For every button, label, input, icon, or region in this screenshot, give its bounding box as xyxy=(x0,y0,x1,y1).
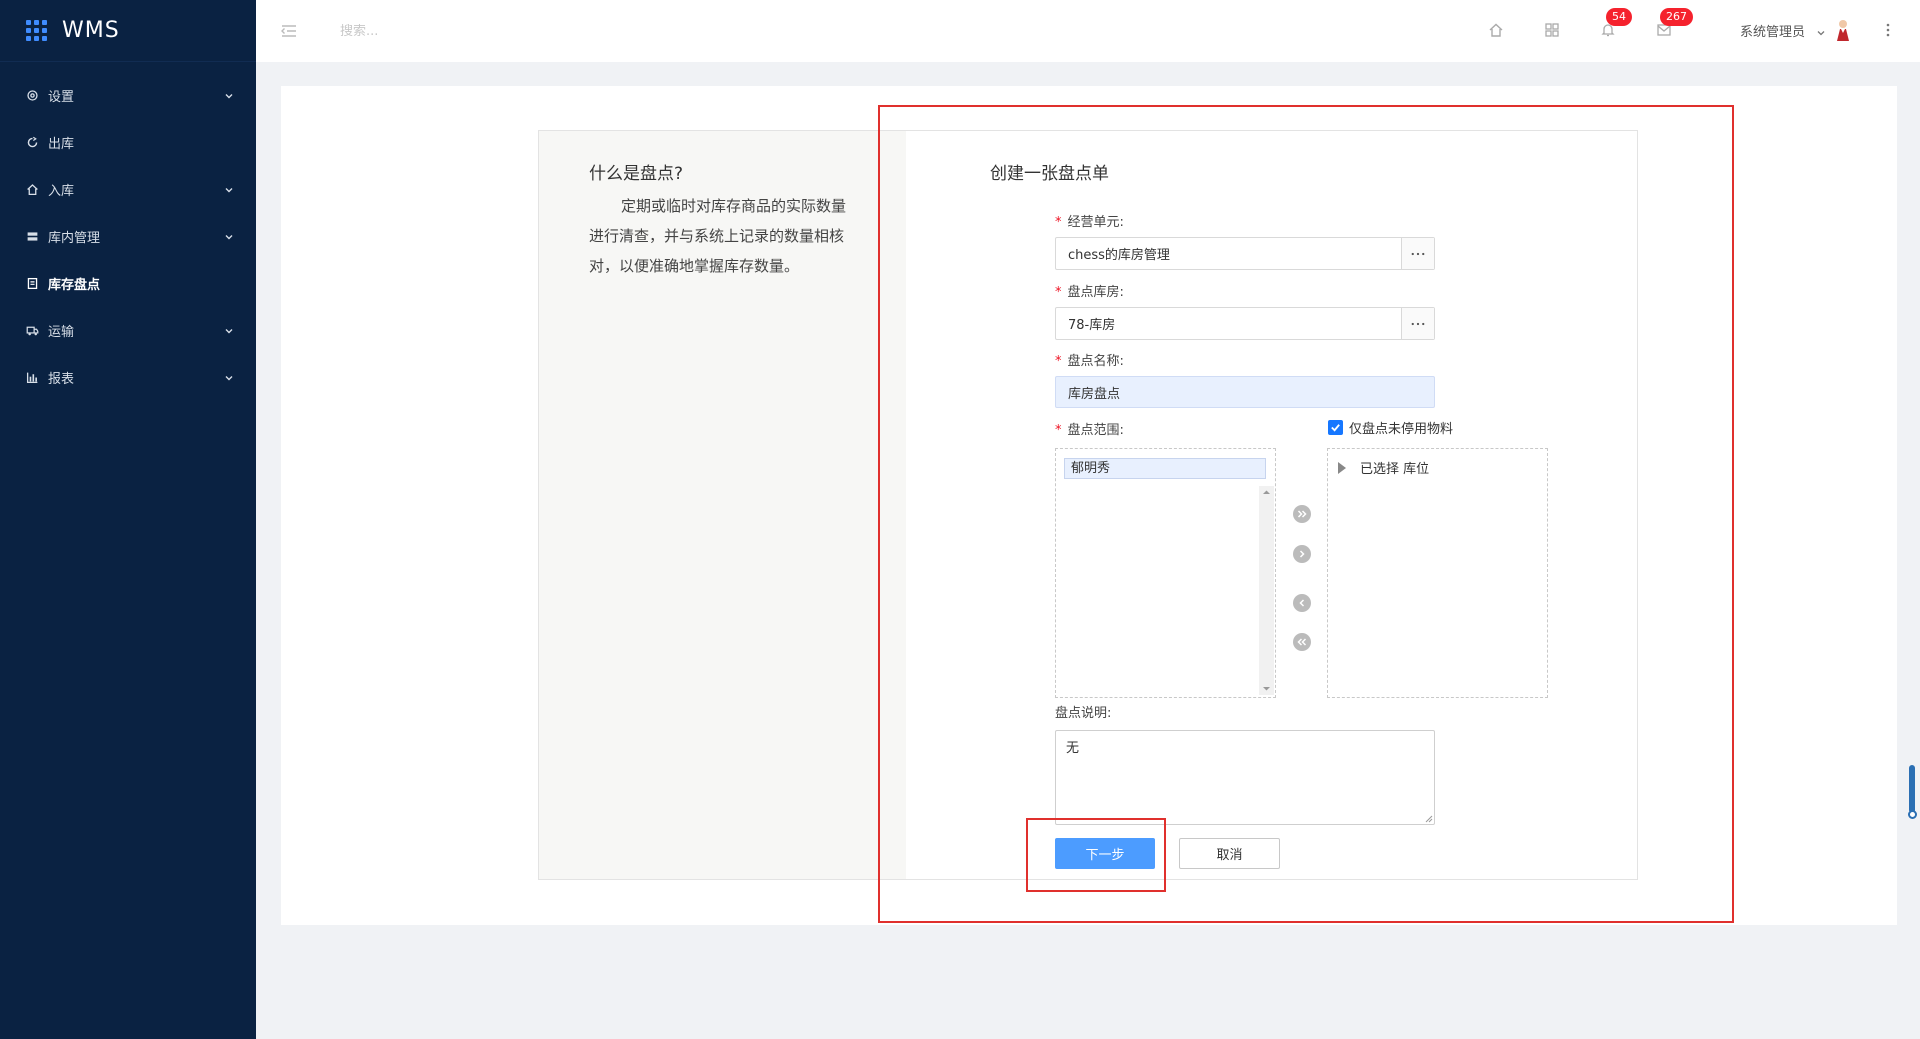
warehouse-label: * 盘点库房: xyxy=(1055,285,1124,300)
message-icon[interactable]: 267 xyxy=(1652,8,1693,42)
warehouse-value: 78-库房 xyxy=(1068,318,1116,333)
move-all-left-icon[interactable] xyxy=(1293,633,1311,651)
tree-node-label: 已选择 库位 xyxy=(1360,462,1430,477)
ellipsis-icon xyxy=(1411,252,1425,255)
app-grid-icon xyxy=(26,19,48,42)
notification-badge: 54 xyxy=(1606,8,1632,26)
warehouse-picker-button[interactable] xyxy=(1401,308,1434,339)
required-mark: * xyxy=(1055,215,1062,230)
selected-range-tree[interactable]: 已选择 库位 xyxy=(1327,448,1548,698)
scroll-up-icon xyxy=(1263,490,1270,494)
inbound-icon xyxy=(24,182,40,198)
business-unit-field[interactable]: chess的库房管理 xyxy=(1055,237,1435,270)
sidebar-nav: 设置 出库 入库 库内管理 库存盘点 运输 报表 xyxy=(0,72,256,401)
ellipsis-icon xyxy=(1411,322,1425,325)
intro-description: 定期或临时对库存商品的实际数量进行清查，并与系统上记录的数量相核对，以便准确地掌… xyxy=(589,197,847,275)
search-input[interactable] xyxy=(340,23,540,39)
chevron-down-icon xyxy=(224,185,234,195)
chevron-down-icon xyxy=(224,326,234,336)
inventory-check-icon xyxy=(24,276,40,292)
required-mark: * xyxy=(1055,285,1062,300)
sidebar-item-label: 出库 xyxy=(48,137,75,152)
gear-icon xyxy=(24,88,40,104)
move-all-right-icon[interactable] xyxy=(1293,505,1311,523)
sidebar: WMS 设置 出库 入库 库内管理 库存盘点 运输 报表 xyxy=(0,0,256,1039)
bar-chart-icon xyxy=(24,370,40,386)
scroll-indicator-knob[interactable] xyxy=(1908,810,1917,819)
business-unit-picker-button[interactable] xyxy=(1401,238,1434,269)
only-active-checkbox[interactable]: 仅盘点未停用物料 xyxy=(1328,418,1453,437)
menu-toggle-icon[interactable] xyxy=(278,20,300,42)
sidebar-item-label: 入库 xyxy=(48,184,75,199)
chevron-down-icon xyxy=(224,91,234,101)
caret-right-icon[interactable] xyxy=(1338,461,1346,474)
avatar[interactable] xyxy=(1834,18,1852,42)
inventory-name-input[interactable]: 库房盘点 xyxy=(1055,376,1435,408)
business-unit-value: chess的库房管理 xyxy=(1068,248,1170,263)
outbound-icon xyxy=(24,135,40,151)
apps-grid-icon[interactable] xyxy=(1540,18,1564,42)
scrollbar[interactable] xyxy=(1259,486,1274,695)
sidebar-item-outbound[interactable]: 出库 xyxy=(0,119,256,166)
resize-grip-icon xyxy=(1425,815,1433,823)
warehouse-icon xyxy=(24,229,40,245)
sidebar-item-warehouse[interactable]: 库内管理 xyxy=(0,213,256,260)
scroll-down-icon xyxy=(1263,687,1270,691)
intro-title: 什么是盘点? xyxy=(589,164,684,184)
scroll-indicator[interactable] xyxy=(1909,765,1915,813)
sidebar-item-label: 报表 xyxy=(48,372,75,387)
required-mark: * xyxy=(1055,423,1062,438)
required-mark: * xyxy=(1055,354,1062,369)
form-title: 创建一张盘点单 xyxy=(990,164,1109,184)
only-active-label: 仅盘点未停用物料 xyxy=(1349,422,1454,437)
intro-panel: 什么是盘点? 定期或临时对库存商品的实际数量进行清查，并与系统上记录的数量相核对… xyxy=(539,131,906,879)
chevron-down-icon xyxy=(224,232,234,242)
sidebar-item-settings[interactable]: 设置 xyxy=(0,72,256,119)
home-icon[interactable] xyxy=(1484,18,1508,42)
checkbox-checked-icon[interactable] xyxy=(1328,420,1343,435)
description-label: 盘点说明: xyxy=(1055,706,1112,721)
move-left-icon[interactable] xyxy=(1293,594,1311,612)
brand-name: WMS xyxy=(62,18,120,43)
inventory-create-panel: 什么是盘点? 定期或临时对库存商品的实际数量进行清查，并与系统上记录的数量相核对… xyxy=(538,130,1638,880)
sidebar-item-label: 设置 xyxy=(48,90,75,105)
available-range-list[interactable]: 郁明秀 xyxy=(1055,448,1276,698)
user-name[interactable]: 系统管理员 xyxy=(1740,21,1805,40)
warehouse-field[interactable]: 78-库房 xyxy=(1055,307,1435,340)
move-right-icon[interactable] xyxy=(1293,545,1311,563)
message-badge: 267 xyxy=(1660,8,1693,26)
sidebar-item-label: 库内管理 xyxy=(48,231,101,246)
description-value: 无 xyxy=(1066,741,1080,756)
more-vertical-icon[interactable] xyxy=(1880,18,1896,42)
next-step-button[interactable]: 下一步 xyxy=(1055,838,1155,869)
business-unit-label: * 经营单元: xyxy=(1055,215,1124,230)
truck-icon xyxy=(24,323,40,339)
sidebar-item-transport[interactable]: 运输 xyxy=(0,307,256,354)
chevron-down-icon xyxy=(224,373,234,383)
inventory-name-label: * 盘点名称: xyxy=(1055,354,1124,369)
range-label: * 盘点范围: xyxy=(1055,423,1124,438)
list-item[interactable]: 郁明秀 xyxy=(1064,458,1266,479)
description-textarea[interactable]: 无 xyxy=(1055,730,1435,825)
bell-icon[interactable]: 54 xyxy=(1596,8,1632,42)
sidebar-item-label: 运输 xyxy=(48,325,75,340)
sidebar-item-label: 库存盘点 xyxy=(48,278,101,293)
sidebar-item-reports[interactable]: 报表 xyxy=(0,354,256,401)
sidebar-item-inventory-check[interactable]: 库存盘点 xyxy=(0,260,256,307)
brand[interactable]: WMS xyxy=(0,0,256,62)
sidebar-item-inbound[interactable]: 入库 xyxy=(0,166,256,213)
chevron-down-icon[interactable] xyxy=(1816,23,1826,36)
tree-node[interactable]: 已选择 库位 xyxy=(1338,458,1429,477)
cancel-button[interactable]: 取消 xyxy=(1179,838,1280,869)
